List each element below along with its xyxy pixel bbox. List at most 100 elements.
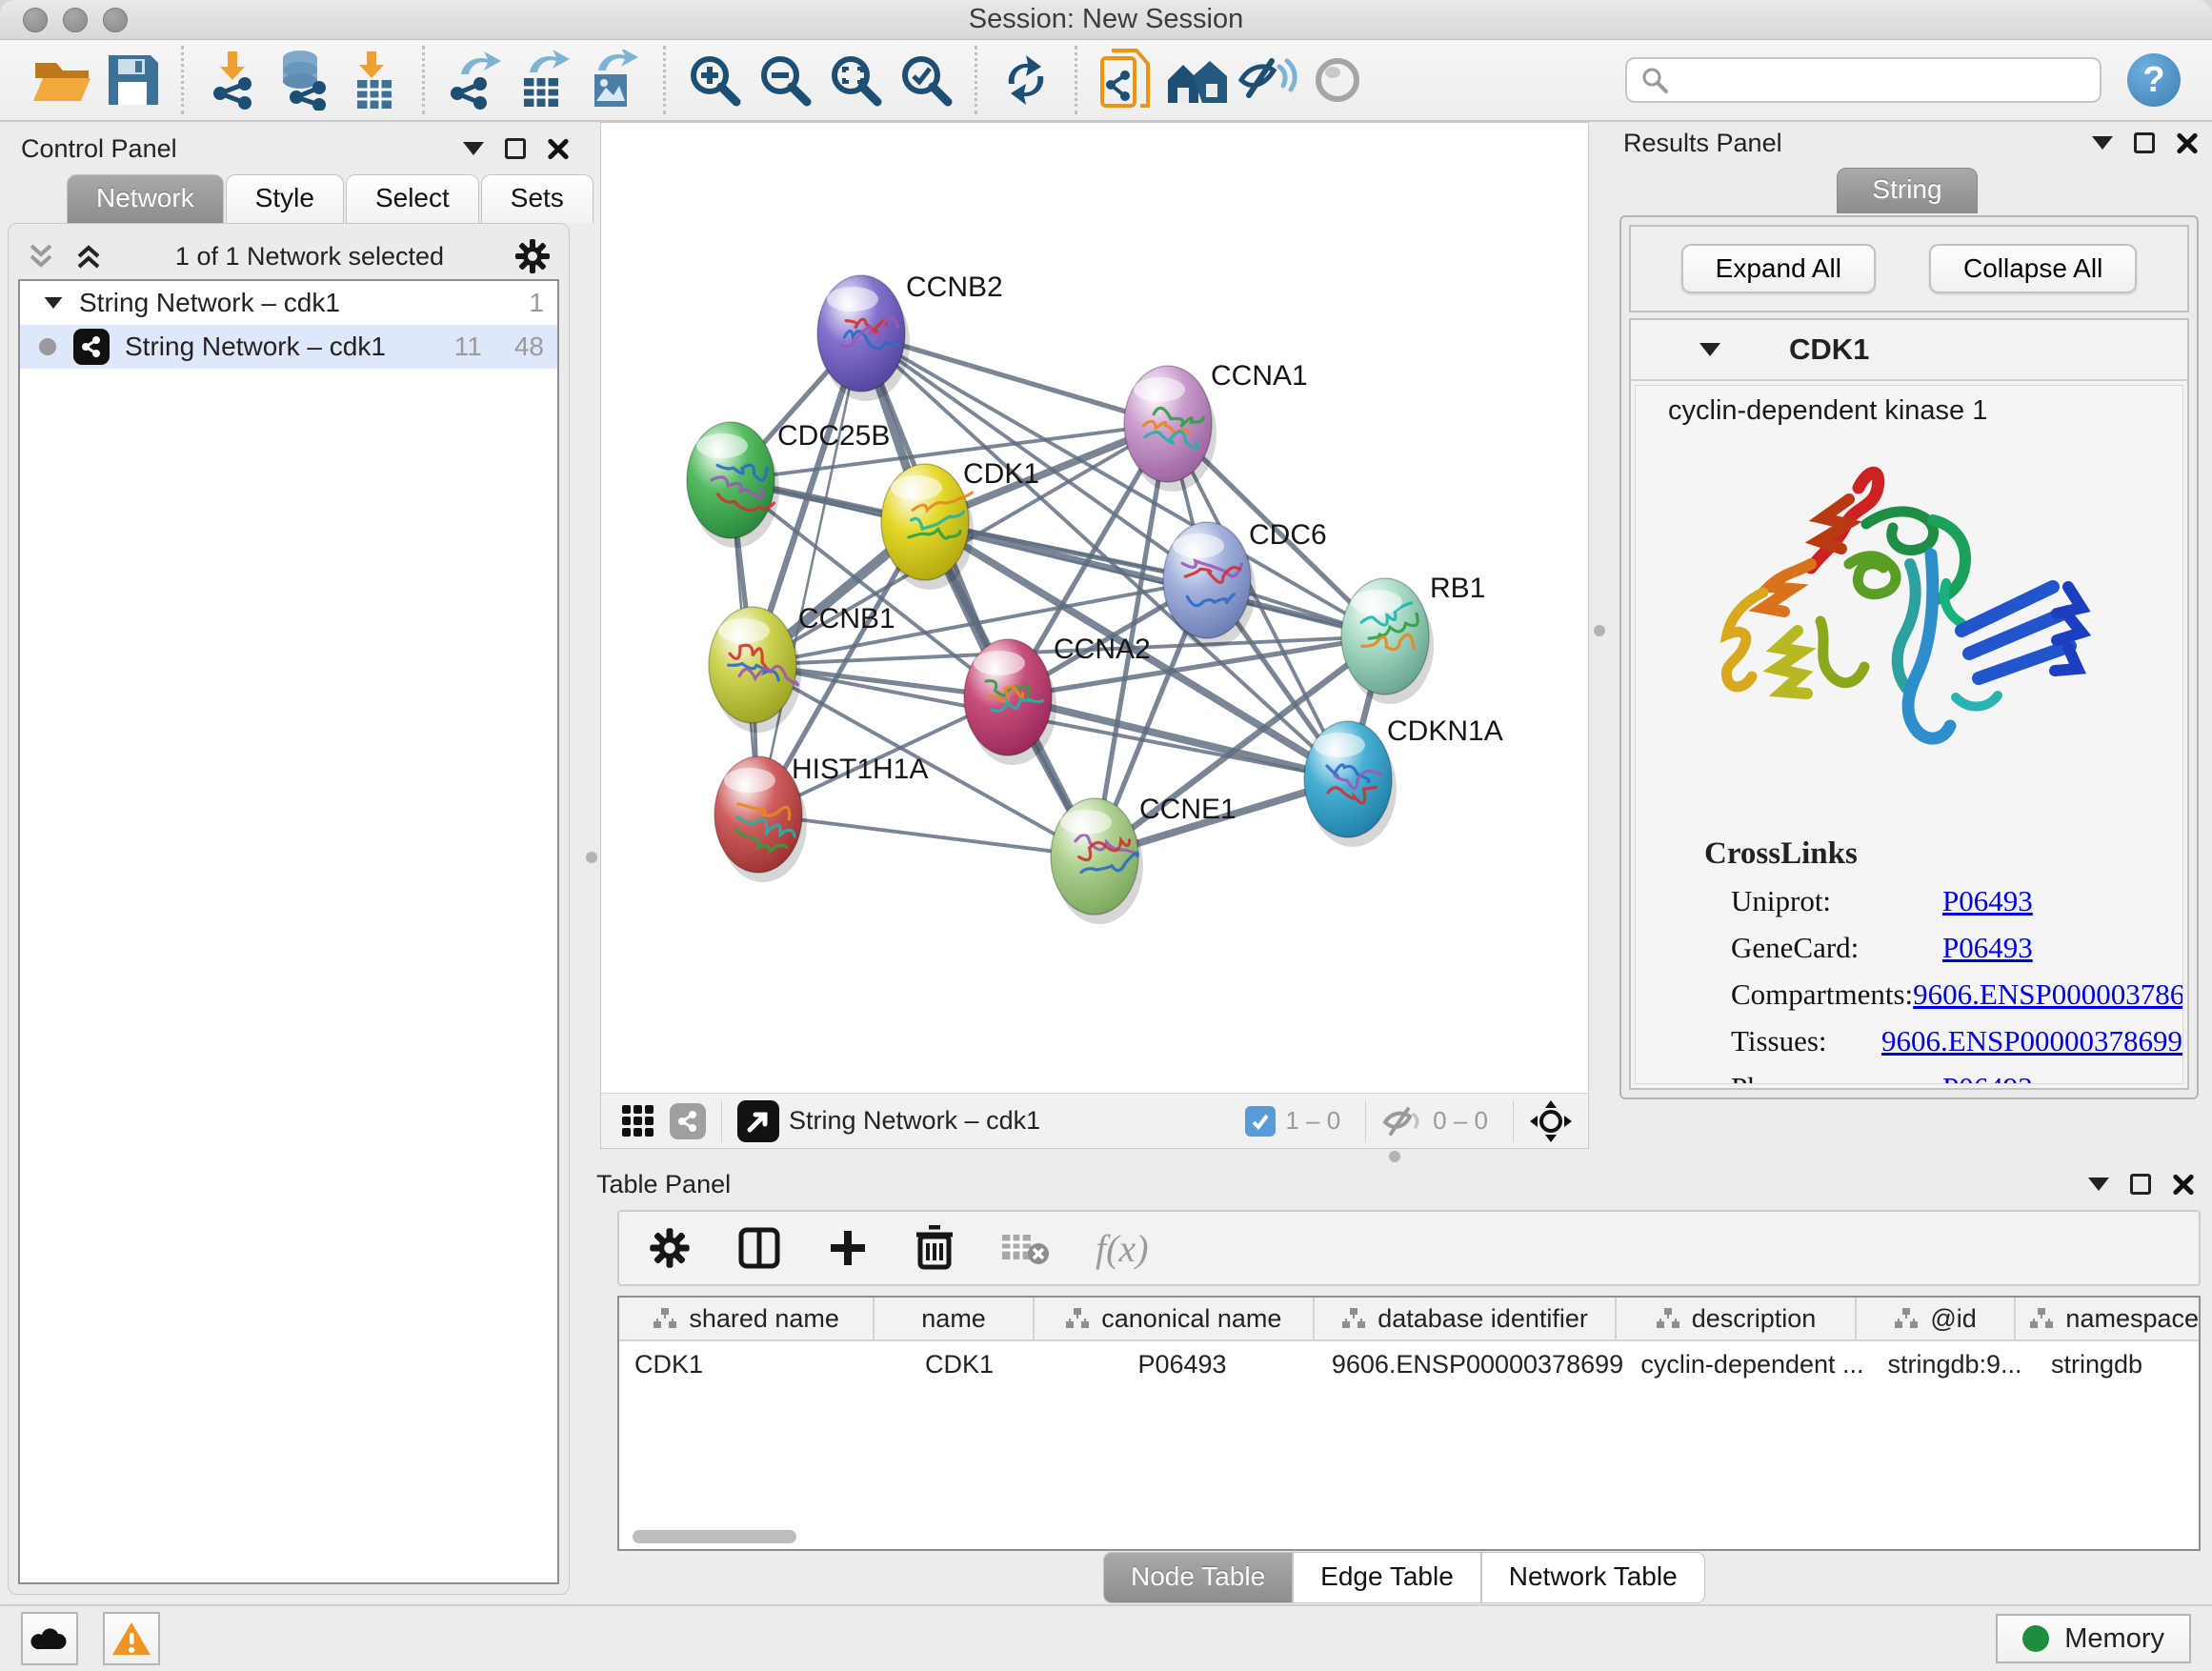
left-splitter[interactable] xyxy=(583,122,600,1149)
zoom-selected-button[interactable] xyxy=(891,45,961,115)
cell-namespace[interactable]: stringdb xyxy=(2036,1341,2199,1387)
float-panel-icon[interactable] xyxy=(2134,132,2155,153)
horizontal-scrollbar[interactable] xyxy=(633,1530,796,1543)
warning-status-button[interactable] xyxy=(103,1612,160,1665)
search-input[interactable] xyxy=(1679,66,2086,95)
cell-shared-name[interactable]: CDK1 xyxy=(619,1341,878,1387)
cell-canonical-name[interactable]: P06493 xyxy=(1040,1341,1324,1387)
crosslink-pharos-link[interactable]: P06493 xyxy=(1942,1071,2033,1084)
crosslink-tissues-link[interactable]: 9606.ENSP00000378699 xyxy=(1881,1024,2182,1058)
network-node-HIST1H1A[interactable]: HIST1H1A xyxy=(714,754,928,882)
expand-all-button[interactable]: Expand All xyxy=(1681,244,1876,293)
column-header[interactable]: name xyxy=(875,1298,1035,1339)
network-node-CCNB1[interactable]: CCNB1 xyxy=(709,603,895,733)
hide-unhide-button[interactable] xyxy=(1232,45,1302,115)
cell-id[interactable]: stringdb:9... xyxy=(1874,1341,2036,1387)
close-panel-icon[interactable] xyxy=(2176,131,2199,154)
export-network-button[interactable] xyxy=(438,45,509,115)
tab-select[interactable]: Select xyxy=(346,174,479,223)
string-import-button[interactable] xyxy=(1091,45,1161,115)
column-header[interactable]: namespace xyxy=(2016,1298,2199,1339)
panel-menu-icon[interactable] xyxy=(2092,136,2113,150)
export-image-button[interactable] xyxy=(579,45,650,115)
close-panel-icon[interactable] xyxy=(547,137,570,160)
selected-checkbox-icon[interactable] xyxy=(1245,1106,1276,1137)
zoom-out-button[interactable] xyxy=(750,45,820,115)
gear-icon[interactable] xyxy=(513,237,552,275)
tab-node-table[interactable]: Node Table xyxy=(1103,1552,1293,1603)
tab-network-table[interactable]: Network Table xyxy=(1481,1552,1705,1603)
network-view-toolbar: String Network – cdk1 1 – 0 xyxy=(601,1093,1588,1148)
column-header[interactable]: shared name xyxy=(619,1298,875,1339)
save-session-button[interactable] xyxy=(97,45,168,115)
network-node-CDC6[interactable]: CDC6 xyxy=(1163,519,1327,648)
column-header[interactable]: database identifier xyxy=(1315,1298,1618,1339)
refresh-view-button[interactable] xyxy=(991,45,1061,115)
panel-menu-icon[interactable] xyxy=(463,142,484,155)
add-row-icon[interactable] xyxy=(827,1227,869,1269)
table-row[interactable]: CDK1 CDK1 P06493 9606.ENSP00000378699 cy… xyxy=(619,1341,2199,1387)
expand-all-icon[interactable] xyxy=(73,242,106,271)
network-share-view-icon[interactable] xyxy=(670,1103,706,1139)
import-table-button[interactable] xyxy=(338,45,409,115)
delete-table-icon[interactable] xyxy=(1000,1229,1050,1267)
database-import-icon xyxy=(271,50,334,111)
export-table-button[interactable] xyxy=(509,45,579,115)
network-node-CCNB2[interactable]: CCNB2 xyxy=(817,272,1003,401)
cell-name[interactable]: CDK1 xyxy=(878,1341,1040,1387)
column-header[interactable]: description xyxy=(1617,1298,1856,1339)
collapse-all-button[interactable]: Collapse All xyxy=(1929,244,2137,293)
open-session-button[interactable] xyxy=(27,45,97,115)
crosslink-genecard-link[interactable]: P06493 xyxy=(1942,931,2033,965)
horizontal-splitter[interactable] xyxy=(583,1149,2212,1164)
right-splitter[interactable] xyxy=(1589,122,1610,1149)
network-node-CCNE1[interactable]: CCNE1 xyxy=(1051,794,1237,924)
collapse-protein-icon[interactable] xyxy=(1699,343,1720,356)
open-in-browser-icon[interactable] xyxy=(737,1100,779,1142)
panel-menu-icon[interactable] xyxy=(2088,1178,2109,1191)
function-builder-icon[interactable]: f(x) xyxy=(1096,1226,1149,1271)
tab-style[interactable]: Style xyxy=(226,174,344,223)
zoom-fit-button[interactable] xyxy=(820,45,891,115)
network-node-CDKN1A[interactable]: CDKN1A xyxy=(1304,715,1503,847)
tab-network[interactable]: Network xyxy=(67,174,224,223)
import-network-from-database-button[interactable] xyxy=(268,45,338,115)
network-edge[interactable] xyxy=(758,815,1095,856)
zoom-in-button[interactable] xyxy=(679,45,750,115)
tab-sets[interactable]: Sets xyxy=(481,174,593,223)
crosslink-uniprot-link[interactable]: P06493 xyxy=(1942,884,2033,918)
column-header[interactable]: canonical name xyxy=(1035,1298,1315,1339)
crosslink-compartments-link[interactable]: 9606.ENSP00000378699 xyxy=(1913,977,2183,1012)
birdseye-icon[interactable] xyxy=(1529,1099,1573,1143)
delete-icon[interactable] xyxy=(915,1225,955,1271)
help-button[interactable]: ? xyxy=(2119,45,2189,115)
search-box[interactable] xyxy=(1625,57,2101,103)
memory-button[interactable]: Memory xyxy=(1996,1614,2191,1663)
hidden-eye-icon[interactable] xyxy=(1381,1105,1423,1137)
network-node-CDC25B[interactable]: CDC25B xyxy=(687,420,890,548)
inactive-eye-button[interactable] xyxy=(1302,45,1373,115)
network-node-CDK1[interactable]: CDK1 xyxy=(881,458,1039,590)
close-panel-icon[interactable] xyxy=(2172,1173,2195,1196)
network-edge[interactable] xyxy=(758,333,861,815)
cloud-status-button[interactable] xyxy=(21,1612,78,1665)
protein-header-row[interactable]: CDK1 xyxy=(1631,320,2187,381)
network-collection-row[interactable]: String Network – cdk1 1 xyxy=(20,281,557,325)
import-network-button[interactable] xyxy=(197,45,268,115)
tab-edge-table[interactable]: Edge Table xyxy=(1293,1552,1481,1603)
network-row[interactable]: String Network – cdk1 11 48 xyxy=(20,325,557,369)
network-canvas[interactable]: CCNB2CCNA1CDC25BCDK1CDC6RB1CCNB1CCNA2CDK… xyxy=(601,123,1588,1093)
float-panel-icon[interactable] xyxy=(2130,1174,2151,1195)
collapse-all-icon[interactable] xyxy=(26,242,58,271)
add-column-icon[interactable] xyxy=(737,1226,781,1270)
tab-string[interactable]: String xyxy=(1837,168,1977,213)
network-node-RB1[interactable]: RB1 xyxy=(1341,573,1485,704)
home-layout-button[interactable] xyxy=(1161,45,1232,115)
tree-expander-icon[interactable] xyxy=(45,297,63,309)
column-header[interactable]: @id xyxy=(1857,1298,2017,1339)
float-panel-icon[interactable] xyxy=(505,138,526,159)
gear-icon[interactable] xyxy=(648,1226,692,1270)
cell-description[interactable]: cyclin-dependent ... xyxy=(1631,1341,1874,1387)
grid-view-icon[interactable] xyxy=(616,1099,660,1143)
cell-database-identifier[interactable]: 9606.ENSP00000378699 xyxy=(1324,1341,1631,1387)
